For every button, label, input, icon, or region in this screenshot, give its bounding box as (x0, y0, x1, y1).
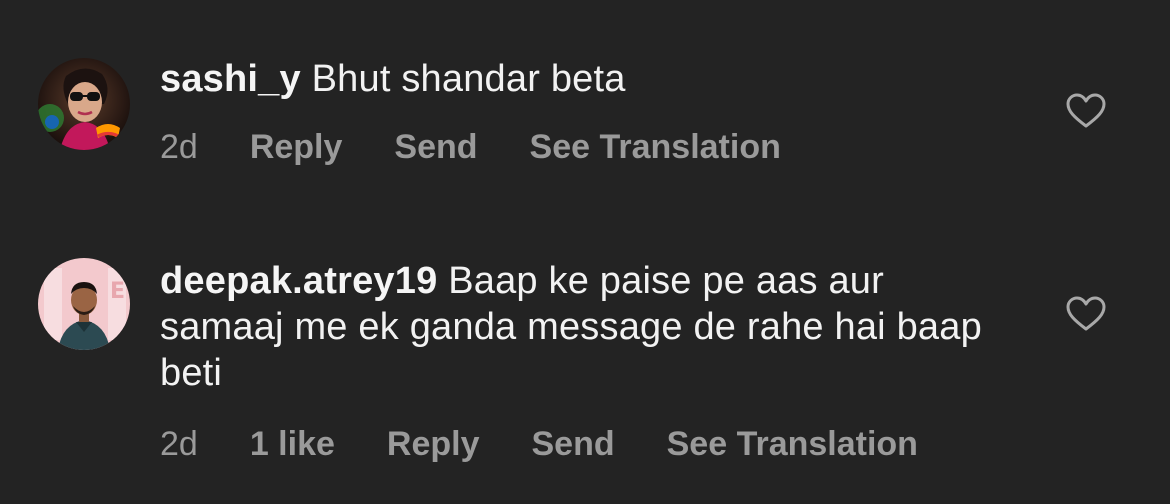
see-translation-button[interactable]: See Translation (530, 128, 781, 167)
comment-age: 2d (160, 425, 198, 463)
comment-text: Bhut shandar beta (311, 58, 626, 100)
heart-outline-icon[interactable] (1066, 93, 1106, 129)
send-button[interactable]: Send (394, 128, 477, 167)
svg-text:E: E (110, 279, 125, 304)
comment-actions: 2d Reply Send See Translation (160, 128, 833, 167)
comment-text-block: sashi_y Bhut shandar beta (160, 56, 1010, 102)
comment-item: E deepak.atrey19 Baap ke paise pe aas au… (0, 230, 1170, 504)
comment-item: sashi_y Bhut shandar beta 2d Reply Send … (0, 0, 1170, 230)
comment-actions: 2d 1 like Reply Send See Translation (160, 425, 970, 464)
comment-text-block: deepak.atrey19 Baap ke paise pe aas aur … (160, 258, 1010, 396)
like-count[interactable]: 1 like (250, 425, 335, 464)
heart-outline-icon[interactable] (1066, 296, 1106, 332)
avatar-image (38, 58, 130, 150)
avatar[interactable]: E (38, 258, 130, 350)
see-translation-button[interactable]: See Translation (667, 425, 918, 464)
comment-username[interactable]: deepak.atrey19 (160, 260, 437, 302)
avatar-image: E (38, 258, 130, 350)
comment-age: 2d (160, 128, 198, 166)
send-button[interactable]: Send (532, 425, 615, 464)
reply-button[interactable]: Reply (387, 425, 480, 464)
reply-button[interactable]: Reply (250, 128, 343, 167)
comment-username[interactable]: sashi_y (160, 58, 301, 100)
avatar[interactable] (38, 58, 130, 150)
